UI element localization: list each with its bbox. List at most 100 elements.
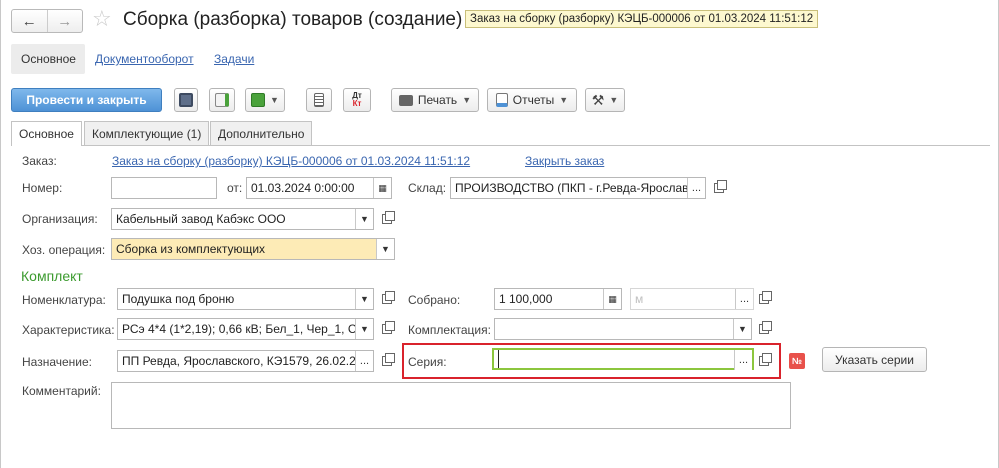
calendar-icon[interactable]: ▦ <box>373 178 391 198</box>
purpose-label: Назначение: <box>22 355 93 369</box>
floppy-disk-icon <box>179 93 193 107</box>
open-link-icon <box>714 180 727 193</box>
unit-input[interactable]: м <box>631 289 735 309</box>
characteristic-field[interactable]: РСэ 4*4 (1*2,19); 0,66 кВ; Бел_1, Чер_1,… <box>117 318 374 340</box>
select-ellipsis-icon[interactable]: ... <box>687 178 705 198</box>
date-label: от: <box>227 181 243 195</box>
post-document-icon <box>215 93 229 107</box>
assembled-input[interactable]: 1 100,000 <box>495 289 603 309</box>
order-link[interactable]: Заказ на сборку (разборку) КЭЦБ-000006 о… <box>112 154 470 168</box>
open-link-icon <box>759 353 772 366</box>
dt-kt-button[interactable]: Дт Кт <box>343 88 371 112</box>
form-tab-additional[interactable]: Дополнительно <box>210 121 313 145</box>
purpose-input[interactable]: ПП Ревда, Ярославского, КЭ1579, 26.02.2 <box>118 351 355 371</box>
navigation-buttons: ← → <box>11 9 83 33</box>
chevron-down-icon: ▼ <box>609 95 619 105</box>
order-hint-tooltip: Заказ на сборку (разборку) КЭЦБ-000006 о… <box>465 10 819 28</box>
select-ellipsis-icon[interactable]: ... <box>355 351 373 371</box>
series-number-icon[interactable]: № <box>789 353 805 369</box>
select-ellipsis-icon[interactable]: ... <box>734 350 752 370</box>
calculator-icon[interactable]: ▦ <box>603 289 621 309</box>
specify-series-button[interactable]: Указать серии <box>822 347 927 372</box>
series-field[interactable]: ... <box>492 348 754 370</box>
kitting-label: Комплектация: <box>408 323 491 337</box>
print-button[interactable]: Печать ▼ <box>391 88 479 112</box>
purpose-field[interactable]: ПП Ревда, Ярославского, КЭ1579, 26.02.2 … <box>117 350 374 372</box>
reports-label: Отчеты <box>512 93 555 107</box>
print-label: Печать <box>417 93 458 107</box>
close-order-link[interactable]: Закрыть заказ <box>525 154 604 168</box>
form-tab-main[interactable]: Основное <box>11 121 82 146</box>
open-organization-button[interactable] <box>378 209 396 229</box>
organization-field[interactable]: Кабельный завод Кабэкс ООО ▼ <box>111 208 374 230</box>
post-and-close-label: Провести и закрыть <box>26 93 147 107</box>
kitting-field[interactable]: ▼ <box>494 318 752 340</box>
open-link-icon <box>382 291 395 304</box>
document-window: ← → ☆ Сборка (разборка) товаров (создани… <box>0 0 999 468</box>
order-label: Заказ: <box>22 154 57 168</box>
document-list-button[interactable] <box>306 88 332 112</box>
warehouse-label: Склад: <box>408 181 447 195</box>
kitting-input[interactable] <box>495 319 733 339</box>
favorite-star-icon[interactable]: ☆ <box>92 7 112 31</box>
warehouse-field[interactable]: ПРОИЗВОДСТВО (ПКП - г.Ревда-Ярославского… <box>450 177 706 199</box>
date-field[interactable]: 01.03.2024 0:00:00 ▦ <box>246 177 392 199</box>
post-and-close-button[interactable]: Провести и закрыть <box>11 88 162 112</box>
reports-button[interactable]: Отчеты ▼ <box>487 88 577 112</box>
characteristic-input[interactable]: РСэ 4*4 (1*2,19); 0,66 кВ; Бел_1, Чер_1,… <box>118 319 355 339</box>
tab-main[interactable]: Основное <box>21 52 76 66</box>
kt-label: Кт <box>352 99 362 108</box>
chevron-down-icon: ▼ <box>462 95 472 105</box>
series-label: Серия: <box>408 355 447 369</box>
chevron-down-icon[interactable]: ▼ <box>355 289 373 309</box>
unit-field[interactable]: м ... <box>630 288 754 310</box>
tools-icon: ⚒ <box>591 91 605 108</box>
back-arrow-icon[interactable]: ← <box>12 10 47 32</box>
tab-tasks[interactable]: Задачи <box>214 52 254 66</box>
characteristic-label: Характеристика: <box>22 323 115 337</box>
create-based-on-icon <box>251 93 266 107</box>
chevron-down-icon: ▼ <box>270 95 279 105</box>
printer-icon <box>398 94 413 106</box>
open-link-icon <box>382 211 395 224</box>
tab-document-flow[interactable]: Документооборот <box>95 52 194 66</box>
open-warehouse-button[interactable] <box>710 178 728 198</box>
open-link-icon <box>382 321 395 334</box>
open-purpose-button[interactable] <box>378 351 396 371</box>
post-button[interactable] <box>209 88 235 112</box>
form-tab-components[interactable]: Комплектующие (1) <box>84 121 210 145</box>
warehouse-input[interactable]: ПРОИЗВОДСТВО (ПКП - г.Ревда-Ярославского <box>451 178 687 198</box>
series-input[interactable] <box>498 350 734 368</box>
comment-textarea[interactable] <box>111 382 791 429</box>
assembled-label: Собрано: <box>408 293 461 307</box>
report-icon <box>495 93 508 107</box>
open-series-button[interactable] <box>755 351 773 371</box>
more-actions-button[interactable]: ⚒ ▼ <box>585 88 625 112</box>
number-label: Номер: <box>22 181 63 195</box>
forward-arrow-icon[interactable]: → <box>46 10 83 32</box>
open-unit-button[interactable] <box>755 289 773 309</box>
operation-field[interactable]: Сборка из комплектующих ▼ <box>111 238 395 260</box>
open-characteristic-button[interactable] <box>378 319 396 339</box>
chevron-down-icon[interactable]: ▼ <box>355 209 373 229</box>
chevron-down-icon[interactable]: ▼ <box>733 319 751 339</box>
assembled-field[interactable]: 1 100,000 ▦ <box>494 288 622 310</box>
nomenclature-field[interactable]: Подушка под броню ▼ <box>117 288 374 310</box>
select-ellipsis-icon[interactable]: ... <box>735 289 753 309</box>
chevron-down-icon[interactable]: ▼ <box>355 319 373 339</box>
open-nomenclature-button[interactable] <box>378 289 396 309</box>
date-input[interactable]: 01.03.2024 0:00:00 <box>247 178 373 198</box>
create-based-on-button[interactable]: ▼ <box>245 88 285 112</box>
organization-input[interactable]: Кабельный завод Кабэкс ООО <box>112 209 355 229</box>
nomenclature-input[interactable]: Подушка под броню <box>118 289 355 309</box>
operation-label: Хоз. операция: <box>22 243 106 257</box>
chevron-down-icon[interactable]: ▼ <box>376 239 394 259</box>
open-kitting-button[interactable] <box>755 319 773 339</box>
operation-input[interactable]: Сборка из комплектующих <box>112 239 376 259</box>
organization-label: Организация: <box>22 212 98 226</box>
list-icon <box>314 93 324 107</box>
specify-series-label: Указать серии <box>835 352 914 367</box>
save-button[interactable] <box>174 88 198 112</box>
open-link-icon <box>759 321 772 334</box>
number-input[interactable] <box>111 177 217 199</box>
